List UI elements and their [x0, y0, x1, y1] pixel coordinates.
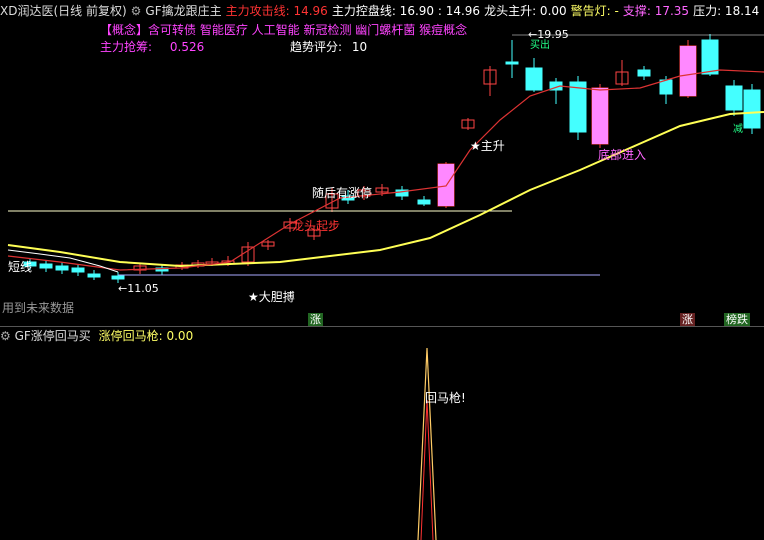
header-item-control: 主力控盘线: 16.90 : 14.96	[331, 4, 481, 18]
candle-body	[637, 69, 651, 77]
header-item-dragon: 龙头主升: 0.00	[484, 4, 567, 18]
trend-label: 趋势评分:	[290, 40, 343, 54]
main-force-stat: 主力抢筹: 0.526	[100, 39, 204, 55]
chart-header: XD润达医(日线 前复权) ⚙ GF擒龙跟庄主 主力攻击线: 14.96 主力控盘线: …	[0, 2, 763, 20]
price-low-value: 11.05	[127, 282, 159, 295]
candle-body	[659, 79, 673, 95]
tag-right-1[interactable]: 涨	[680, 313, 695, 327]
ma-red-line	[7, 69, 764, 271]
stock-title[interactable]: XD润达医(日线 前复权)	[0, 4, 127, 18]
buy-mark-2: 减	[733, 124, 743, 135]
short-line-label: 短线	[8, 260, 33, 274]
candle-body-filled	[592, 88, 608, 144]
panel-divider[interactable]	[0, 326, 764, 327]
concept-text: 【概念】含可转债 智能医疗 人工智能 新冠检测 幽门螺杆菌 猴痘概念	[100, 23, 468, 37]
candle-body	[725, 85, 743, 111]
bold-bet-star: ★大胆搏	[248, 290, 295, 304]
candle-body-filled	[680, 46, 696, 96]
breakout-label: 底部进入	[598, 148, 647, 162]
sub-settings-gear-icon[interactable]: ⚙	[0, 329, 11, 343]
candle-body	[701, 39, 719, 75]
main-force-label: 主力抢筹:	[100, 40, 153, 54]
candle-body	[417, 199, 431, 205]
buy-mark-1: 买出	[530, 40, 550, 51]
future-data-warning: 用到未来数据	[2, 301, 75, 315]
tag-left[interactable]: 涨	[308, 313, 323, 327]
main-force-value: 0.526	[169, 40, 205, 54]
kline-chart[interactable]	[0, 0, 764, 540]
signal-label: 龙头起步	[292, 219, 341, 233]
tag-right-2[interactable]: 榜跌	[724, 313, 750, 327]
price-low-label: ←11.05	[118, 282, 159, 295]
candle-body	[525, 67, 543, 91]
sub-signal-spike	[417, 347, 437, 540]
sub-indicator-name[interactable]: GF涨停回马买	[15, 329, 91, 343]
next-limit-up-label: 随后有涨停	[312, 186, 373, 200]
candlestick-series	[23, 34, 761, 283]
candle-body	[505, 61, 519, 65]
sub-indicator-value: 涨停回马枪: 0.00	[98, 329, 194, 343]
candle-body	[569, 81, 587, 133]
candle-body	[55, 265, 69, 271]
header-item-pressure: 压力: 18.14	[693, 4, 760, 18]
trend-value: 10	[351, 40, 368, 54]
sub-signal-label: 回马枪!	[425, 391, 466, 405]
ma-yellow-line	[7, 111, 764, 268]
candle-body	[71, 267, 85, 273]
header-item-attack: 主力攻击线: 14.96	[225, 4, 328, 18]
trend-score-stat: 趋势评分: 10	[290, 39, 367, 55]
main-rise-star: ★主升	[470, 139, 505, 153]
sub-signal-inner	[420, 399, 434, 540]
header-item-support: 支撑: 17.35	[622, 4, 690, 18]
candle-body	[39, 263, 53, 269]
candle-body	[87, 273, 101, 278]
indicator-name[interactable]: GF擒龙跟庄主	[145, 4, 221, 18]
settings-gear-icon[interactable]: ⚙	[131, 4, 142, 18]
candle-body	[743, 89, 761, 129]
sub-panel-header: ⚙ GF涨停回马买 涨停回马枪: 0.00	[0, 328, 193, 344]
candle-body	[111, 275, 125, 280]
header-item-warning: 警告灯: -	[570, 4, 619, 18]
